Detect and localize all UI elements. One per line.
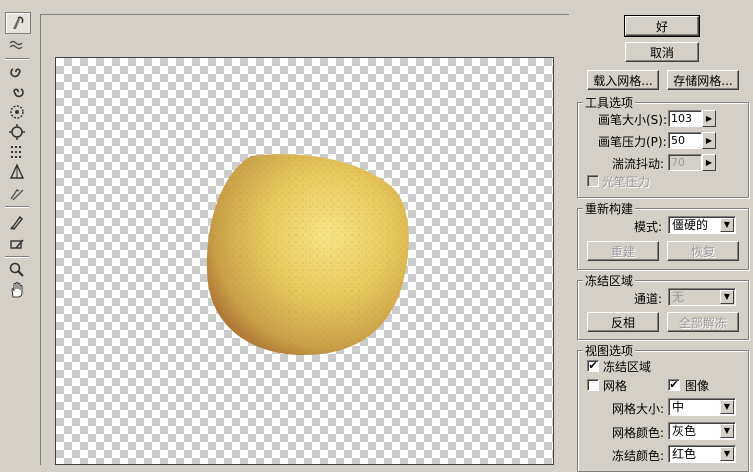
freeze-mask-icon xyxy=(10,215,23,230)
mesh-color-value: 灰色 xyxy=(672,424,697,438)
forward-warp-icon xyxy=(13,16,24,29)
tool-options-title: 工具选项 xyxy=(583,94,636,111)
brush-pressure-slider-button[interactable]: ▶ xyxy=(702,132,716,149)
pear-image xyxy=(206,154,409,356)
freeze-color-label: 冻结颜色: xyxy=(612,449,665,463)
load-mesh-button[interactable]: 载入网格... xyxy=(587,70,659,90)
view-options-title: 视图选项 xyxy=(583,342,636,359)
twirl-clockwise-icon xyxy=(10,68,21,78)
tool-palette xyxy=(0,0,34,464)
show-mesh-label: 网格 xyxy=(603,379,628,393)
invert-button[interactable]: 反相 xyxy=(587,312,659,332)
twirl-clockwise-tool[interactable] xyxy=(5,62,29,82)
ok-button[interactable]: 好 xyxy=(624,15,700,37)
forward-warp-tool[interactable] xyxy=(5,12,31,34)
mirror-tool[interactable] xyxy=(5,162,29,182)
chevron-down-icon: ▼ xyxy=(720,447,734,461)
restore-button[interactable]: 恢复 xyxy=(667,241,739,261)
mesh-color-label: 网格颜色: xyxy=(612,426,665,440)
freeze-mask-tool[interactable] xyxy=(5,212,29,232)
bloat-icon xyxy=(9,124,25,140)
show-frozen-label: 冻结区域 xyxy=(603,360,652,374)
push-left-icon xyxy=(11,146,23,158)
mode-label: 模式: xyxy=(634,220,663,234)
reconstruct-button[interactable]: 重建 xyxy=(587,241,659,261)
show-image-checkbox[interactable]: ✔ xyxy=(668,379,680,391)
brush-size-slider-button[interactable]: ▶ xyxy=(702,110,716,127)
mesh-color-select[interactable]: 灰色 ▼ xyxy=(668,422,736,440)
turbulence-icon xyxy=(10,189,24,201)
chevron-down-icon: ▼ xyxy=(720,424,734,438)
reconstruct-icon xyxy=(9,40,23,50)
brush-size-field[interactable]: 103 xyxy=(668,110,702,127)
brush-size-label: 画笔大小(S): xyxy=(598,113,668,127)
channel-label: 通道: xyxy=(634,292,663,306)
channel-select[interactable]: 无 ▼ xyxy=(668,288,736,306)
bloat-tool[interactable] xyxy=(5,122,29,142)
mesh-size-value: 中 xyxy=(672,400,685,414)
twirl-counterclockwise-tool[interactable] xyxy=(5,82,29,102)
freeze-color-value: 红色 xyxy=(672,447,697,461)
twirl-counterclockwise-icon xyxy=(13,88,24,98)
turbulent-jitter-label: 湍流抖动: xyxy=(612,157,665,171)
mode-value: 僵硬的 xyxy=(672,218,709,232)
brush-pressure-label: 画笔压力(P): xyxy=(598,135,667,149)
triangle-right-icon: ▶ xyxy=(705,136,713,145)
image-canvas[interactable] xyxy=(55,57,554,465)
triangle-right-icon: ▶ xyxy=(705,114,713,123)
show-image-label: 图像 xyxy=(685,379,710,393)
mesh-size-label: 网格大小: xyxy=(612,402,665,416)
show-frozen-checkbox[interactable]: ✔ xyxy=(587,360,599,372)
freeze-color-select[interactable]: 红色 ▼ xyxy=(668,445,736,463)
stylus-pressure-checkbox[interactable] xyxy=(587,175,599,187)
brush-pressure-field[interactable]: 50 xyxy=(668,132,702,149)
reconstruct-tool[interactable] xyxy=(5,36,29,56)
chevron-down-icon: ▼ xyxy=(720,400,734,414)
thaw-mask-tool[interactable] xyxy=(5,234,29,254)
mirror-icon xyxy=(9,163,25,179)
show-mesh-checkbox[interactable] xyxy=(587,379,599,391)
triangle-right-icon: ▶ xyxy=(705,158,713,167)
cancel-button[interactable]: 取消 xyxy=(625,42,699,62)
stylus-pressure-label: 光笔压力 xyxy=(602,175,651,189)
turbulence-tool[interactable] xyxy=(5,184,29,204)
zoom-icon xyxy=(9,262,24,277)
chevron-down-icon: ▼ xyxy=(720,218,734,232)
pucker-tool[interactable] xyxy=(5,102,29,122)
freeze-area-title: 冻结区域 xyxy=(583,272,636,289)
chevron-down-icon: ▼ xyxy=(720,290,734,304)
pucker-icon xyxy=(10,105,24,119)
thaw-all-button[interactable]: 全部解冻 xyxy=(667,312,739,332)
turbulent-jitter-slider-button[interactable]: ▶ xyxy=(702,154,716,171)
thaw-mask-icon xyxy=(10,239,24,249)
save-mesh-button[interactable]: 存储网格... xyxy=(667,70,739,90)
mode-select[interactable]: 僵硬的 ▼ xyxy=(668,216,736,234)
turbulent-jitter-field[interactable]: 70 xyxy=(668,154,702,171)
reconstruct-title: 重新构建 xyxy=(583,200,636,217)
channel-value: 无 xyxy=(672,290,685,304)
hand-icon xyxy=(11,282,23,298)
hand-tool[interactable] xyxy=(5,280,29,300)
mesh-size-select[interactable]: 中 ▼ xyxy=(668,398,736,416)
zoom-tool[interactable] xyxy=(5,260,29,280)
push-left-tool[interactable] xyxy=(5,142,29,162)
